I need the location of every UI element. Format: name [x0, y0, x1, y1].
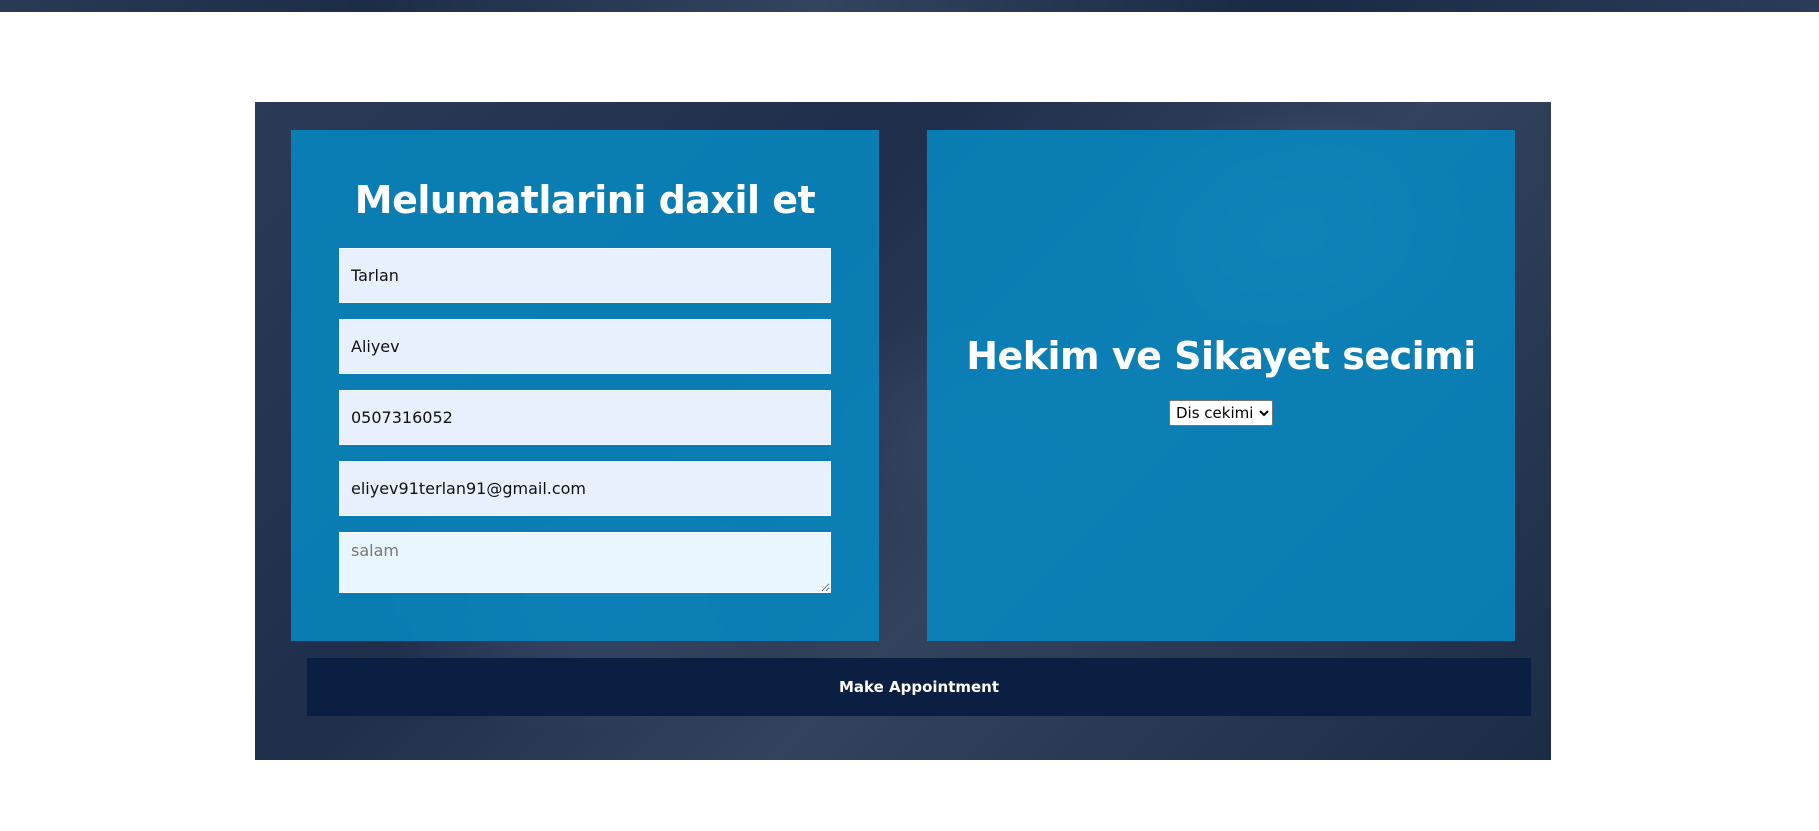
phone-input[interactable]: [339, 390, 831, 445]
message-textarea[interactable]: salam: [339, 532, 831, 593]
personal-info-title: Melumatlarini daxil et: [354, 178, 816, 222]
complaint-select[interactable]: Dis cekimi: [1169, 399, 1273, 426]
make-appointment-button[interactable]: Make Appointment: [307, 658, 1531, 716]
hero-image-strip: [0, 0, 1819, 12]
last-name-input[interactable]: [339, 319, 831, 374]
appointment-section: Melumatlarini daxil et salam Hekim ve Si…: [255, 102, 1551, 760]
doctor-complaint-panel: Hekim ve Sikayet secimi Dis cekimi: [927, 130, 1515, 641]
email-input[interactable]: [339, 461, 831, 516]
doctor-complaint-title: Hekim ve Sikayet secimi: [966, 333, 1476, 378]
personal-info-panel: Melumatlarini daxil et salam: [291, 130, 879, 641]
first-name-input[interactable]: [339, 248, 831, 303]
